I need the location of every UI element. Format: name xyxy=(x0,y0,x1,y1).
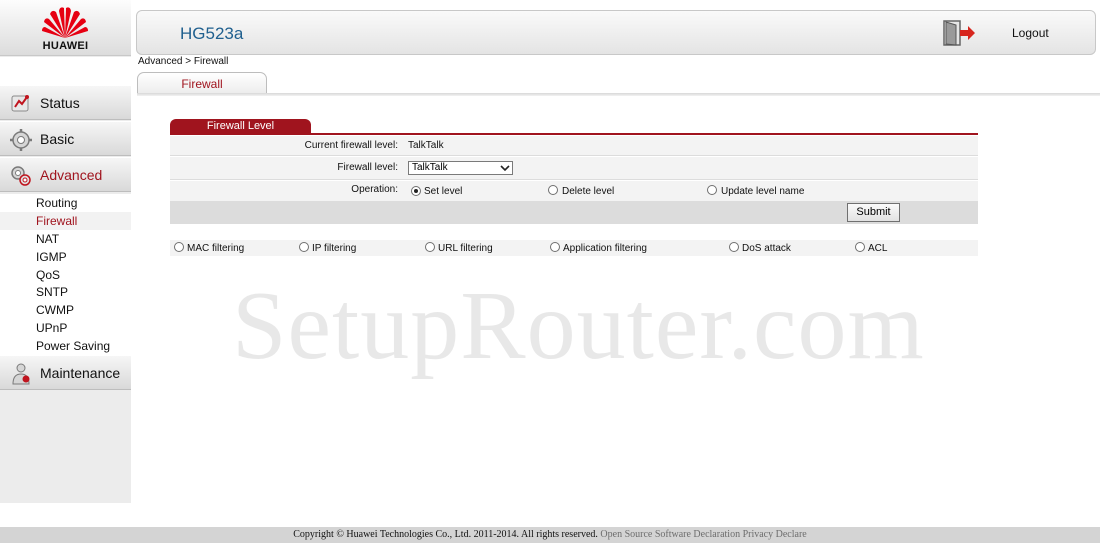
status-icon xyxy=(11,95,29,112)
submenu-item-routing[interactable]: Routing xyxy=(0,194,131,212)
operation-label: Operation: xyxy=(351,184,398,195)
privacy-declare-link[interactable]: Privacy Declare xyxy=(743,529,807,540)
delete-level-radio[interactable] xyxy=(548,185,558,195)
huawei-logo: HUAWEI xyxy=(0,0,131,56)
submenu-item-nat[interactable]: NAT xyxy=(0,230,131,248)
maintenance-icon xyxy=(12,363,30,385)
watermark: SetupRouter.com xyxy=(232,272,925,380)
mac-filtering-label[interactable]: MAC filtering xyxy=(187,243,244,254)
submenu-item-upnp[interactable]: UPnP xyxy=(0,319,131,337)
sidebar: HUAWEI Status Basic Advanced Routing Fir… xyxy=(0,0,131,503)
door-exit-icon[interactable] xyxy=(942,19,976,47)
current-level-label: Current firewall level: xyxy=(304,140,398,151)
submenu-item-sntp[interactable]: SNTP xyxy=(0,283,131,301)
tab-underline xyxy=(137,93,1100,96)
sidebar-item-status[interactable]: Status xyxy=(0,85,131,120)
sidebar-item-label: Maintenance xyxy=(40,365,121,381)
submenu-item-cwmp[interactable]: CWMP xyxy=(0,301,131,319)
tab-firewall[interactable]: Firewall xyxy=(137,72,267,94)
firewall-level-row: Firewall level: TalkTalk xyxy=(170,157,978,180)
ip-filtering-label[interactable]: IP filtering xyxy=(312,243,356,254)
operation-row: Operation: Set level Delete level Update… xyxy=(170,181,978,201)
current-level-value: TalkTalk xyxy=(408,140,444,151)
firewall-level-label: Firewall level: xyxy=(337,162,398,173)
sidebar-item-basic[interactable]: Basic xyxy=(0,121,131,156)
huawei-logo-icon xyxy=(42,7,88,38)
logout-button[interactable]: Logout xyxy=(1012,26,1049,40)
logo-text: HUAWEI xyxy=(42,40,89,52)
url-filtering-radio[interactable] xyxy=(425,242,435,252)
dos-attack-radio[interactable] xyxy=(729,242,739,252)
sidebar-item-label: Basic xyxy=(40,131,75,147)
delete-level-label[interactable]: Delete level xyxy=(562,186,614,197)
application-filtering-label[interactable]: Application filtering xyxy=(563,243,647,254)
sidebar-item-label: Advanced xyxy=(40,167,103,183)
update-level-name-label[interactable]: Update level name xyxy=(721,186,804,197)
firewall-level-select[interactable]: TalkTalk xyxy=(408,161,513,175)
firewall-level-selected: TalkTalk xyxy=(412,162,448,173)
advanced-icon xyxy=(11,166,31,186)
ip-filtering-radio[interactable] xyxy=(299,242,309,252)
application-filtering-radio[interactable] xyxy=(550,242,560,252)
chevron-down-icon xyxy=(500,165,510,172)
url-filtering-label[interactable]: URL filtering xyxy=(438,243,493,254)
set-level-radio[interactable] xyxy=(411,186,421,196)
update-level-name-radio[interactable] xyxy=(707,185,717,195)
submit-row: Submit xyxy=(170,201,978,224)
sidebar-item-advanced[interactable]: Advanced xyxy=(0,157,131,192)
footer: Copyright © Huawei Technologies Co., Ltd… xyxy=(0,527,1100,543)
submenu-item-power-saving[interactable]: Power Saving xyxy=(0,337,131,355)
mac-filtering-radio[interactable] xyxy=(174,242,184,252)
current-level-row: Current firewall level: TalkTalk xyxy=(170,136,978,156)
top-header: HG523a Logout xyxy=(136,10,1096,55)
sidebar-item-maintenance[interactable]: Maintenance xyxy=(0,355,131,390)
panel-title: Firewall Level xyxy=(170,119,311,133)
gear-icon xyxy=(10,129,32,151)
acl-radio[interactable] xyxy=(855,242,865,252)
sidebar-item-label: Status xyxy=(40,95,80,111)
filter-options-row: MAC filtering IP filtering URL filtering… xyxy=(170,240,978,256)
acl-label[interactable]: ACL xyxy=(868,243,887,254)
breadcrumb: Advanced > Firewall xyxy=(138,56,229,67)
set-level-label[interactable]: Set level xyxy=(424,186,462,197)
copyright-text: Copyright © Huawei Technologies Co., Ltd… xyxy=(293,529,598,540)
submit-button[interactable]: Submit xyxy=(847,203,900,222)
advanced-submenu: Routing Firewall NAT IGMP QoS SNTP CWMP … xyxy=(0,194,131,356)
submenu-item-firewall[interactable]: Firewall xyxy=(0,211,131,230)
dos-attack-label[interactable]: DoS attack xyxy=(742,243,791,254)
panel-divider xyxy=(170,133,978,135)
model-name: HG523a xyxy=(180,24,244,43)
submenu-item-igmp[interactable]: IGMP xyxy=(0,248,131,266)
open-source-link[interactable]: Open Source Software Declaration xyxy=(600,529,740,540)
sidebar-spacer xyxy=(0,57,131,85)
submenu-item-qos[interactable]: QoS xyxy=(0,266,131,284)
